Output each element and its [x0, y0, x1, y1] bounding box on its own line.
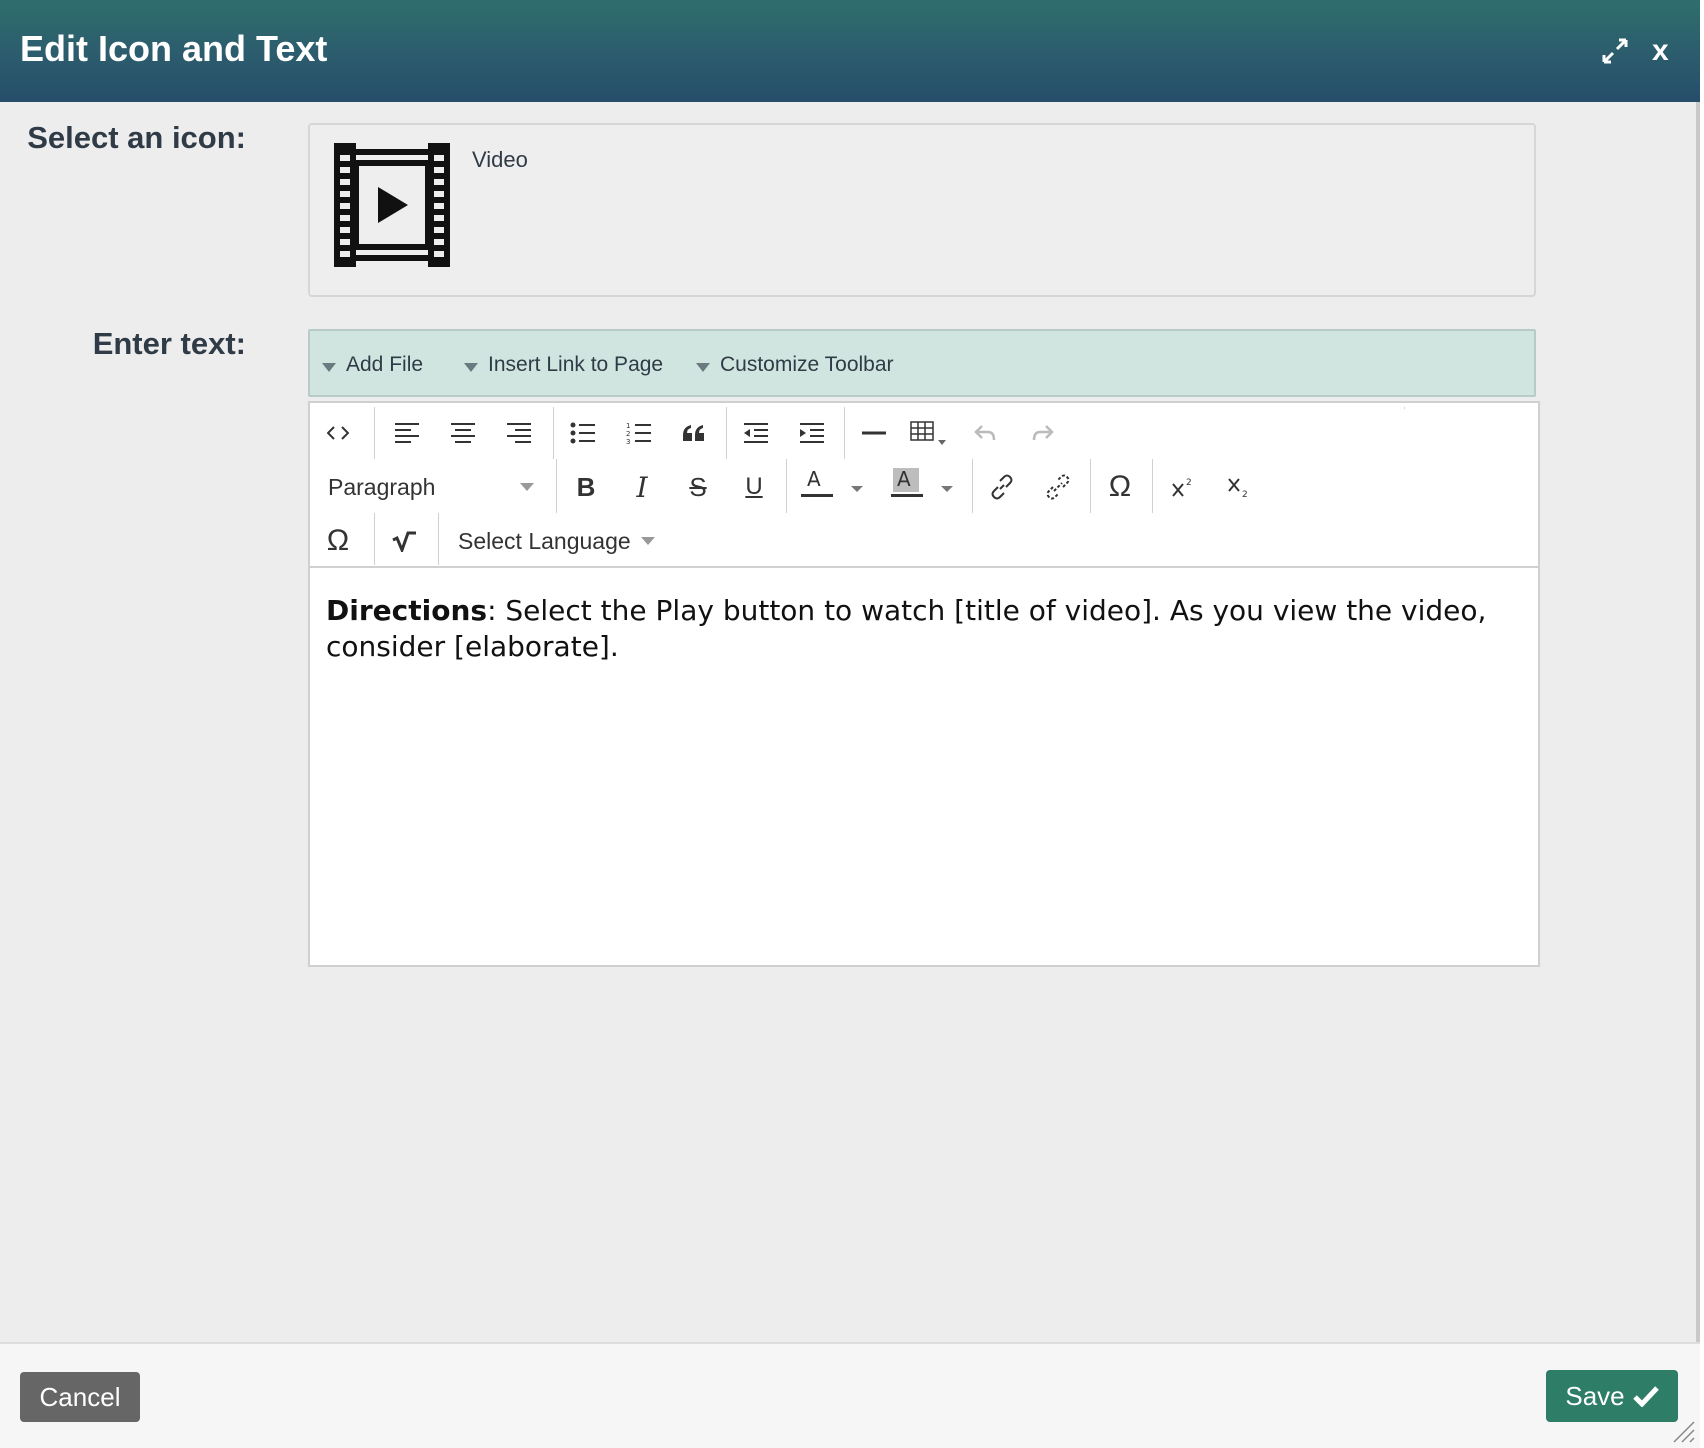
add-file-button[interactable]: Add File: [322, 353, 423, 377]
chevron-down-icon: [520, 483, 534, 491]
film-play-icon[interactable]: [334, 143, 450, 267]
redo-icon[interactable]: [1020, 413, 1064, 453]
resize-grip-icon[interactable]: [1668, 1416, 1696, 1444]
select-icon-label: Select an icon:: [27, 120, 246, 155]
underline-icon[interactable]: U: [732, 467, 776, 507]
dialog-title: Edit Icon and Text: [20, 28, 328, 69]
undo-icon[interactable]: [964, 413, 1008, 453]
background-color-icon[interactable]: A: [884, 463, 960, 503]
strikethrough-icon[interactable]: S: [676, 467, 720, 507]
svg-text:A: A: [897, 467, 911, 491]
blockquote-icon[interactable]: [672, 413, 716, 453]
edit-dialog: Edit Icon and Text x Select an icon: Vid…: [0, 0, 1700, 1448]
chevron-down-icon: [640, 537, 655, 545]
icon-name: Video: [472, 147, 528, 172]
cancel-button[interactable]: Cancel: [20, 1372, 140, 1422]
rich-text-editor: 123 Paragraph B I S U A A Ω 2 2 Ω Select…: [308, 401, 1540, 967]
omega-icon[interactable]: Ω: [316, 521, 360, 561]
dialog-footer: Cancel Save: [0, 1342, 1700, 1448]
directions-heading: Directions: [326, 594, 488, 627]
add-file-label: Add File: [346, 353, 424, 376]
dropdown-triangle-icon: [464, 362, 478, 372]
align-right-icon[interactable]: [497, 413, 541, 453]
source-code-icon[interactable]: [316, 413, 360, 453]
align-left-icon[interactable]: [385, 413, 429, 453]
align-center-icon[interactable]: [441, 413, 485, 453]
save-label: Save: [1565, 1380, 1625, 1411]
svg-text:2: 2: [1186, 478, 1192, 488]
svg-text:1: 1: [626, 422, 630, 430]
svg-text:2: 2: [626, 430, 630, 438]
icon-picker[interactable]: Video: [308, 123, 1536, 297]
dialog-title-bar[interactable]: Edit Icon and Text x: [0, 0, 1700, 102]
customize-toolbar-button[interactable]: Customize Toolbar: [696, 353, 894, 377]
special-character-icon[interactable]: Ω: [1098, 467, 1142, 507]
horizontal-rule-icon[interactable]: [852, 413, 896, 453]
unlink-icon[interactable]: [1036, 467, 1080, 507]
indent-icon[interactable]: [790, 413, 834, 453]
outdent-icon[interactable]: [734, 413, 778, 453]
save-button[interactable]: Save: [1546, 1370, 1678, 1422]
svg-text:3: 3: [626, 438, 630, 445]
close-icon[interactable]: x: [1652, 34, 1669, 68]
text-color-icon[interactable]: A: [794, 463, 870, 503]
dropdown-triangle-icon: [322, 362, 336, 372]
superscript-icon[interactable]: 2: [1162, 467, 1206, 507]
numbered-list-icon[interactable]: 123: [617, 413, 661, 453]
math-equation-icon[interactable]: [382, 521, 426, 561]
editor-plugin-strip: Add File Insert Link to Page Customize T…: [308, 329, 1536, 397]
link-icon[interactable]: [980, 467, 1024, 507]
svg-text:A: A: [807, 467, 821, 491]
language-select[interactable]: Select Language: [458, 521, 655, 561]
table-icon[interactable]: [908, 413, 952, 453]
directions-text: : Select the Play button to watch [title…: [326, 594, 1487, 663]
svg-text:2: 2: [1242, 490, 1248, 499]
editor-content[interactable]: Directions: Select the Play button to wa…: [326, 593, 1526, 665]
customize-toolbar-label: Customize Toolbar: [720, 353, 894, 376]
expand-icon[interactable]: [1600, 36, 1630, 66]
language-select-value: Select Language: [458, 527, 631, 554]
paragraph-format-select[interactable]: Paragraph: [328, 467, 534, 507]
bullet-list-icon[interactable]: [561, 413, 605, 453]
insert-link-label: Insert Link to Page: [488, 353, 664, 376]
subscript-icon[interactable]: 2: [1218, 467, 1262, 507]
bold-icon[interactable]: B: [564, 467, 608, 507]
enter-text-label: Enter text:: [92, 326, 246, 361]
italic-icon[interactable]: I: [620, 467, 664, 507]
editor-toolbar: 123 Paragraph B I S U A A Ω 2 2 Ω Select…: [310, 403, 1538, 568]
insert-link-button[interactable]: Insert Link to Page: [464, 353, 663, 377]
paragraph-format-value: Paragraph: [328, 473, 436, 500]
dropdown-triangle-icon: [696, 362, 710, 372]
checkmark-icon: [1632, 1386, 1659, 1407]
